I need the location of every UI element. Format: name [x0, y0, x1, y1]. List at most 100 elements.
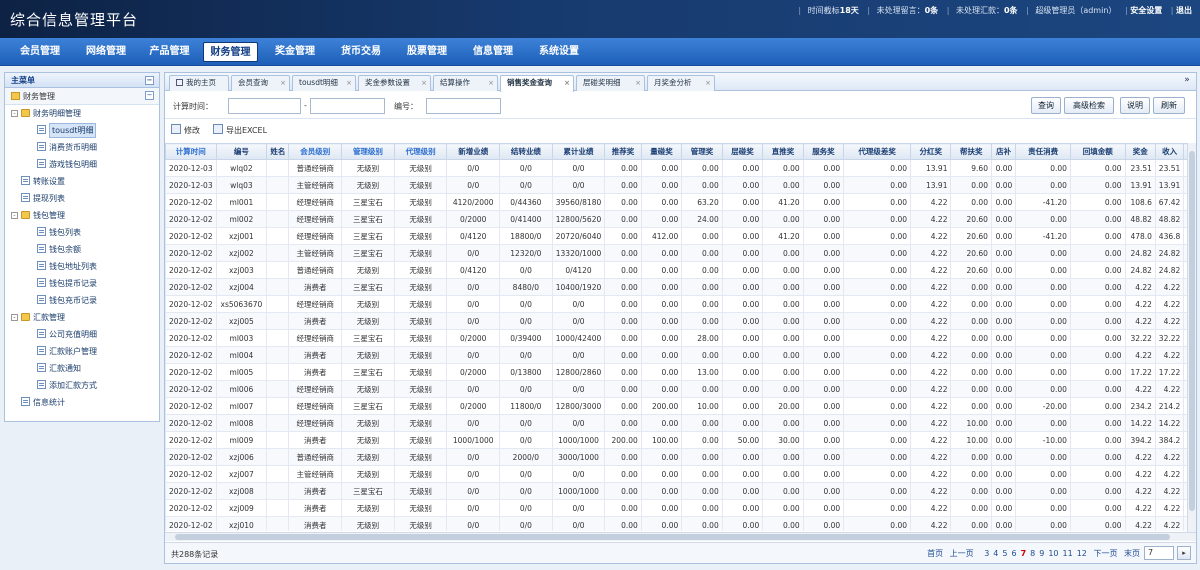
msg-value[interactable]: 0条 [925, 6, 939, 15]
page-number[interactable]: 9 [1039, 549, 1044, 558]
sidebar-item[interactable]: tousdt明细 [5, 122, 159, 139]
page-number[interactable]: 5 [1002, 549, 1007, 558]
table-row[interactable]: 2020-12-02 xs5063670 经理经销商 无级别 无级别 0/0 0/0 0/0 0… [165, 295, 1196, 313]
sidebar-item[interactable]: 钱包地址列表 [5, 258, 159, 275]
sidebar-item[interactable]: - 汇款管理 [5, 309, 159, 326]
close-tab-icon[interactable]: × [488, 76, 494, 90]
close-tab-icon[interactable]: × [564, 76, 570, 90]
table-row[interactable]: 2020-12-02 xzj006 普通经销商 无级别 无级别 0/0 2000/0 3000… [165, 448, 1196, 466]
column-header[interactable]: 会员级别 [288, 143, 343, 160]
column-header[interactable]: 代理级别 [393, 143, 448, 160]
nav-item-8[interactable]: 系统设置 [529, 42, 589, 62]
page-number[interactable]: 11 [1063, 549, 1073, 558]
search-button[interactable]: 查询 [1031, 97, 1061, 114]
prev-page-button[interactable]: 上一页 [950, 549, 974, 558]
security-link[interactable]: 安全设置 [1130, 6, 1162, 15]
tab-2[interactable]: tousdt明细 × [292, 75, 356, 91]
sidebar-item[interactable]: 钱包列表 [5, 224, 159, 241]
tab-0[interactable]: 我的主页 [169, 75, 229, 91]
tab-menu-icon[interactable]: » [1181, 75, 1193, 88]
page-number[interactable]: 6 [1011, 549, 1016, 558]
next-page-button[interactable]: 下一页 [1093, 549, 1117, 558]
column-header[interactable]: 管理级别 [341, 143, 395, 160]
sidebar-item[interactable]: - 财务明细管理 [5, 105, 159, 122]
table-row[interactable]: 2020-12-02 ml007 经理经销商 三星宝石 无级别 0/2000 11800/0… [165, 397, 1196, 415]
tree-toggle-icon[interactable]: - [11, 110, 18, 117]
column-header[interactable]: 计算时间 [165, 143, 217, 160]
table-row[interactable]: 2020-12-02 ml005 消费者 三星宝石 无级别 0/2000 0/13800 12… [165, 363, 1196, 381]
table-row[interactable]: 2020-12-02 ml003 经理经销商 三星宝石 无级别 0/2000 0/39400… [165, 329, 1196, 347]
section-collapse-icon[interactable]: − [145, 91, 154, 100]
horizontal-scrollbar[interactable] [165, 532, 1196, 541]
sidebar-section[interactable]: 财务管理 − [5, 88, 159, 105]
page-number[interactable]: 7 [1021, 549, 1027, 558]
table-row[interactable]: 2020-12-03 wlq02 普通经销商 无级别 无级别 0/0 0/0 0/0 0.00 0… [165, 159, 1196, 177]
nav-item-5[interactable]: 货币交易 [331, 42, 391, 62]
tab-6[interactable]: 层碰奖明细 × [576, 75, 645, 91]
table-row[interactable]: 2020-12-02 xzj009 消费者 无级别 无级别 0/0 0/0 0/0 0.00 0.… [165, 499, 1196, 517]
edit-icon[interactable] [171, 124, 181, 134]
vertical-scrollbar[interactable] [1187, 143, 1196, 532]
sidebar-item[interactable]: 提现列表 [5, 190, 159, 207]
sidebar-item[interactable]: 钱包余额 [5, 241, 159, 258]
close-tab-icon[interactable]: × [346, 76, 352, 90]
advanced-search-button[interactable]: 高级检索 [1064, 97, 1114, 114]
tab-5[interactable]: 销售奖金查询 × [500, 75, 574, 92]
table-row[interactable]: 2020-12-02 xzj008 消费者 三星宝石 无级别 0/0 0/0 1000/100… [165, 482, 1196, 500]
tab-1[interactable]: 会员查询 × [231, 75, 290, 91]
sidebar-item[interactable]: 钱包充币记录 [5, 292, 159, 309]
collapse-icon[interactable]: − [145, 76, 154, 85]
page-number[interactable]: 3 [984, 549, 989, 558]
start-time-input[interactable] [228, 98, 301, 114]
sidebar-item[interactable]: 公司充值明细 [5, 326, 159, 343]
tab-4[interactable]: 结算操作 × [433, 75, 498, 91]
nav-item-0[interactable]: 会员管理 [10, 42, 70, 62]
table-row[interactable]: 2020-12-02 ml009 消费者 无级别 无级别 1000/1000 0/0 1000… [165, 431, 1196, 449]
msg-label[interactable]: 未处理留言： [877, 6, 925, 15]
table-row[interactable]: 2020-12-02 xzj003 普通经销商 无级别 无级别 0/4120 0/0 0/41… [165, 261, 1196, 279]
table-row[interactable]: 2020-12-02 ml006 经理经销商 无级别 无级别 0/0 0/0 0/0 0.00 0… [165, 380, 1196, 398]
table-row[interactable]: 2020-12-02 xzj007 主管经销商 无级别 无级别 0/0 0/0 0/0 0.00… [165, 465, 1196, 483]
refresh-button[interactable]: 刷新 [1153, 97, 1185, 114]
help-button[interactable]: 说明 [1120, 97, 1150, 114]
table-row[interactable]: 2020-12-02 ml002 经理经销商 三星宝石 无级别 0/2000 0/41400… [165, 210, 1196, 228]
sidebar-item[interactable]: 钱包提币记录 [5, 275, 159, 292]
table-row[interactable]: 2020-12-02 ml001 经理经销商 三星宝石 无级别 4120/2000 0/44… [165, 193, 1196, 211]
table-row[interactable]: 2020-12-02 ml008 经理经销商 无级别 无级别 0/0 0/0 0/0 0.00 0… [165, 414, 1196, 432]
remit-label[interactable]: 未处理汇款： [956, 6, 1004, 15]
nav-item-2[interactable]: 产品管理 [142, 42, 197, 62]
id-input[interactable] [426, 98, 501, 114]
close-tab-icon[interactable]: × [421, 76, 427, 90]
nav-item-1[interactable]: 网络管理 [76, 42, 136, 62]
goto-page-input[interactable]: 7 [1144, 546, 1174, 560]
table-row[interactable]: 2020-12-02 ml004 消费者 无级别 无级别 0/0 0/0 0/0 0.00 0.0… [165, 346, 1196, 364]
close-tab-icon[interactable]: × [705, 76, 711, 90]
edit-button[interactable]: 修改 [184, 125, 200, 136]
tree-toggle-icon[interactable]: - [11, 314, 18, 321]
page-number[interactable]: 4 [993, 549, 998, 558]
nav-item-3[interactable]: 财务管理 [203, 42, 258, 62]
close-tab-icon[interactable]: × [635, 76, 641, 90]
goto-page-button[interactable]: ▸ [1177, 546, 1191, 560]
remit-value[interactable]: 0条 [1004, 6, 1018, 15]
export-excel-button[interactable]: 导出EXCEL [226, 125, 267, 136]
tab-3[interactable]: 奖金参数设置 × [358, 75, 431, 91]
sidebar-item[interactable]: 转账设置 [5, 173, 159, 190]
sidebar-item[interactable]: - 钱包管理 [5, 207, 159, 224]
sidebar-item[interactable]: 汇款通知 [5, 360, 159, 377]
nav-item-6[interactable]: 股票管理 [397, 42, 457, 62]
table-row[interactable]: 2020-12-02 xzj010 消费者 无级别 无级别 0/0 0/0 0/0 0.00 0.… [165, 516, 1196, 531]
logout-link[interactable]: 退出 [1176, 6, 1192, 15]
excel-icon[interactable] [213, 124, 223, 134]
table-row[interactable]: 2020-12-02 xzj001 经理经销商 三星宝石 无级别 0/4120 18800/… [165, 227, 1196, 245]
sidebar-item[interactable]: 汇款账户管理 [5, 343, 159, 360]
table-row[interactable]: 2020-12-02 xzj004 消费者 三星宝石 无级别 0/0 8480/0 10400… [165, 278, 1196, 296]
page-number[interactable]: 12 [1077, 549, 1087, 558]
sidebar-item[interactable]: 添加汇款方式 [5, 377, 159, 394]
nav-item-4[interactable]: 奖金管理 [265, 42, 325, 62]
first-page-button[interactable]: 首页 [927, 549, 943, 558]
tree-toggle-icon[interactable]: - [11, 212, 18, 219]
sidebar-item[interactable]: 游戏钱包明细 [5, 156, 159, 173]
close-tab-icon[interactable]: × [280, 76, 286, 90]
nav-item-7[interactable]: 信息管理 [463, 42, 523, 62]
